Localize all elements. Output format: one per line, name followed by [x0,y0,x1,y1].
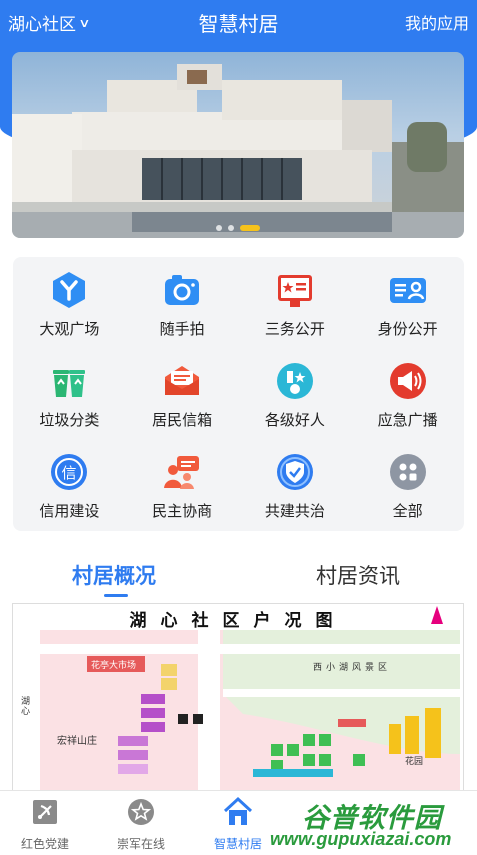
tab-village-overview[interactable]: 村居概况 [72,560,156,590]
grid-item-good-people[interactable]: 各级好人 [239,356,352,447]
grid-item-label: 垃圾分类 [39,412,100,429]
banner-carousel[interactable] [12,52,464,238]
watermark: 谷普软件园 www.gupuxiazai.com [262,796,476,854]
grid-item-co-governance[interactable]: 共建共治 [239,447,352,538]
map-drawing [18,606,460,792]
top-bar: 湖心社区 ∨ 智慧村居 我的应用 [0,0,477,42]
nav-label: 崇军在线 [116,837,165,851]
grid-item-three-affairs[interactable]: 三务公开 [239,265,352,356]
grid-item-label: 大观广场 [39,321,100,338]
grid-y-icon [49,270,89,310]
map-label-huxin: 湖心 [21,696,31,716]
grid-item-label: 三务公开 [264,321,325,338]
svg-text:信: 信 [62,464,77,482]
grid-item-label: 民主协商 [152,503,213,520]
building-photo [12,64,464,238]
grid-item-democratic-consultation[interactable]: 民主协商 [126,447,239,538]
services-grid: 大观广场 随手拍 三务公开 身份公开 垃圾分类 居民信箱 各级好人 应急广播 信… [13,257,464,531]
grid-item-garbage-sorting[interactable]: 垃圾分类 [13,356,126,447]
grid-item-daguan-square[interactable]: 大观广场 [13,265,126,356]
grid-item-label: 身份公开 [377,321,438,338]
star-icon [124,795,158,829]
grid-item-resident-mailbox[interactable]: 居民信箱 [126,356,239,447]
megaphone-icon [388,361,428,401]
mailbox-icon [162,361,202,401]
id-card-icon [388,270,428,310]
trash-bins-icon [49,361,89,401]
active-tab-indicator [104,594,128,597]
grid-item-label: 信用建设 [39,503,100,520]
nav-party-building[interactable]: 红色党建 [5,795,85,852]
credit-icon: 信 [49,452,89,492]
grid-item-identity[interactable]: 身份公开 [351,265,464,356]
medal-icon [275,361,315,401]
watermark-url: www.gupuxiazai.com [270,829,452,849]
all-apps-icon [388,452,428,492]
grid-item-label: 随手拍 [159,321,205,338]
map-label-scenic-area: 西小湖风景区 [313,662,392,672]
carousel-dot[interactable] [228,225,234,231]
my-apps-link[interactable]: 我的应用 [405,10,469,34]
party-icon [28,795,62,829]
map-label-villa: 宏祥山庄 [57,736,97,747]
community-map[interactable]: 湖心社区户况图 花亭大市场 西小湖风景区 宏祥山庄 湖心 花园 [12,603,464,793]
grid-item-emergency-broadcast[interactable]: 应急广播 [351,356,464,447]
camera-icon [162,270,202,310]
nav-label: 红色党建 [20,837,69,851]
map-label-market: 花亭大市场 [91,660,137,670]
grid-item-credit-building[interactable]: 信 信用建设 [13,447,126,538]
discussion-icon [162,452,202,492]
grid-item-label: 应急广播 [377,412,438,429]
nav-military-online[interactable]: 崇军在线 [101,795,181,852]
grid-item-label: 各级好人 [264,412,325,429]
grid-item-all[interactable]: 全部 [351,447,464,538]
tab-village-news[interactable]: 村居资讯 [316,560,400,590]
map-label-garden: 花园 [405,756,424,766]
nav-label: 智慧村居 [213,837,262,851]
map-title: 湖心社区户况图 [129,611,347,630]
grid-item-label: 共建共治 [264,503,325,520]
notice-board-icon [275,270,315,310]
grid-item-label: 全部 [392,503,423,520]
grid-item-snapshot[interactable]: 随手拍 [126,265,239,356]
shield-check-icon [275,452,315,492]
home-icon [221,795,255,829]
carousel-dot-active[interactable] [240,225,260,231]
carousel-indicator [12,225,464,231]
carousel-dot[interactable] [216,225,222,231]
grid-item-label: 居民信箱 [152,412,213,429]
content-tabs: 村居概况 村居资讯 [0,560,477,600]
